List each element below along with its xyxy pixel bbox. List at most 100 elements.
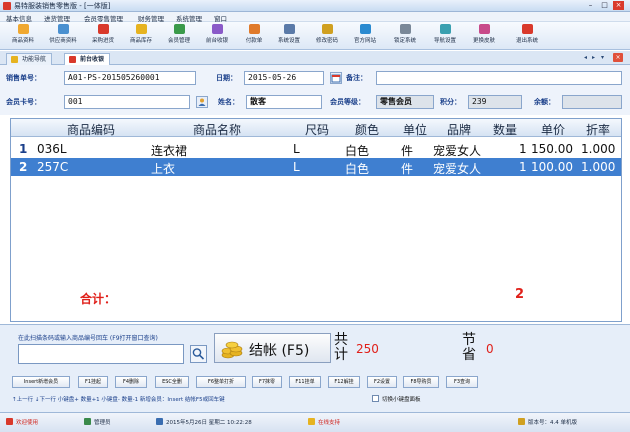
col-qty[interactable]: 数量 — [493, 121, 517, 138]
cell-color: 白色 — [345, 162, 370, 176]
barcode-scan-input[interactable] — [18, 344, 184, 364]
tool-member-manage[interactable]: 会员管理 — [164, 24, 194, 48]
cell-code: 257C — [37, 160, 69, 174]
calendar-button[interactable] — [330, 72, 342, 84]
key-icon — [321, 24, 333, 34]
title-bar: 易特服装销售零售版 - [一体版] – □ × — [0, 0, 630, 12]
fkey-guide[interactable]: F8导购员 — [403, 376, 439, 388]
checkout-button[interactable]: 结帐 (F5) — [214, 333, 331, 363]
product-icon — [17, 24, 29, 34]
status-welcome: 欢迎使用 — [16, 420, 39, 426]
maximize-button[interactable]: □ — [599, 1, 610, 10]
tab-scroll-right-icon[interactable]: ▸ — [592, 54, 595, 61]
menu-bar: 基本信息 进货管理 会员零售管理 财务管理 系统管理 窗口 — [0, 12, 630, 23]
switch-keyboard-checkbox[interactable] — [372, 395, 379, 402]
col-rate[interactable]: 折率 — [586, 121, 610, 138]
cell-price: 150.00 — [531, 142, 573, 156]
member-card-label: 会员卡号： — [6, 98, 41, 106]
tab-close-button[interactable]: × — [613, 53, 623, 62]
skin-icon — [478, 24, 490, 34]
app-icon — [3, 2, 11, 10]
fkey-delete-all[interactable]: ESC全删 — [155, 376, 189, 388]
toolbar: 商品资料 供应商资料 采购进货 商品库存 会员管理 前台收银 付款单 系统设置 … — [0, 22, 630, 50]
tool-lock-system[interactable]: 锁定系统 — [390, 24, 420, 48]
tool-change-skin[interactable]: 更换皮肤 — [468, 24, 500, 48]
tool-inventory[interactable]: 商品库存 — [126, 24, 156, 48]
checkout-label: 结帐 (F5) — [249, 343, 310, 359]
fkey-settings[interactable]: F2设置 — [367, 376, 397, 388]
globe-icon — [359, 24, 371, 34]
name-label: 姓名： — [218, 98, 239, 106]
member-icon — [173, 24, 185, 34]
member-lookup-button[interactable] — [196, 96, 208, 108]
clock-icon — [156, 418, 163, 425]
cell-name: 连衣裙 — [151, 144, 188, 158]
tool-system-settings[interactable]: 系统设置 — [274, 24, 304, 48]
member-card-field[interactable]: 001 — [64, 95, 190, 109]
tool-change-password[interactable]: 修改密码 — [312, 24, 342, 48]
col-brand[interactable]: 品牌 — [447, 121, 471, 138]
tab-scroll-left-icon[interactable]: ◂ — [584, 54, 587, 61]
tool-payment[interactable]: 付款单 — [240, 24, 268, 48]
tool-product-info[interactable]: 商品资料 — [8, 24, 38, 48]
table-row[interactable]: 1 036L 连衣裙 L 白色 件 宠爱女人 1 150.00 1.000 — [11, 140, 621, 158]
fkey-query[interactable]: F3查询 — [446, 376, 478, 388]
minimize-button[interactable]: – — [585, 1, 596, 10]
cell-qty: 1 — [519, 160, 527, 174]
purchase-icon — [97, 24, 109, 34]
sales-no-field[interactable]: A01-PS-201505260001 — [64, 71, 196, 85]
col-unit[interactable]: 单位 — [403, 121, 427, 138]
tool-front-cashier[interactable]: 前台收银 — [202, 24, 232, 48]
cell-rate: 1.000 — [581, 160, 616, 174]
table-row-selected[interactable]: 2 257C 上衣 L 白色 件 宠爱女人 1 100.00 1.000 — [11, 158, 621, 176]
fkey-hold[interactable]: F1挂起 — [78, 376, 108, 388]
close-button[interactable]: × — [613, 1, 624, 10]
nav-icon — [439, 24, 451, 34]
tab-menu-icon[interactable]: ▾ — [601, 54, 604, 61]
fkey-round[interactable]: F7抹零 — [252, 376, 282, 388]
tab-function-nav[interactable]: 功能导航 — [6, 53, 53, 65]
tab-front-cashier[interactable]: 前台收银 — [64, 53, 111, 65]
fkey-new-member[interactable]: Insert新增会员 — [12, 376, 70, 388]
col-code[interactable]: 商品编码 — [67, 121, 115, 138]
fkey-delete[interactable]: F4删除 — [115, 376, 147, 388]
col-color[interactable]: 颜色 — [355, 121, 379, 138]
status-version: 版本号：4.4 单机版 — [528, 420, 577, 426]
home-icon — [11, 56, 18, 63]
tool-official-site[interactable]: 官方网站 — [350, 24, 380, 48]
fkey-unpend[interactable]: F12解挂 — [328, 376, 360, 388]
tool-exit-system[interactable]: 退出系统 — [512, 24, 542, 48]
name-field[interactable]: 散客 — [246, 95, 322, 109]
col-size[interactable]: 尺码 — [305, 121, 329, 138]
col-name[interactable]: 商品名称 — [193, 121, 241, 138]
tool-purchase[interactable]: 采购进货 — [88, 24, 118, 48]
cell-qty: 1 — [519, 142, 527, 156]
tool-nav-settings[interactable]: 导航设置 — [430, 24, 460, 48]
grand-total-value: 250 — [356, 342, 379, 356]
user-icon — [84, 418, 91, 425]
tool-supplier-info[interactable]: 供应商资料 — [46, 24, 80, 48]
date-label: 日期： — [216, 74, 237, 82]
savings-label: 节省 — [462, 332, 476, 363]
cell-brand: 宠爱女人 — [433, 144, 482, 158]
remark-field[interactable] — [376, 71, 622, 85]
support-icon — [308, 418, 315, 425]
member-level-field: 零售会员 — [376, 95, 434, 109]
scan-search-button[interactable] — [190, 345, 207, 363]
status-user: 管理员 — [94, 420, 111, 426]
cell-size: L — [293, 160, 300, 174]
points-label: 积分： — [440, 98, 461, 106]
grid-total-label: 合计： — [80, 292, 117, 306]
cell-color: 白色 — [345, 144, 370, 158]
fkey-pending[interactable]: F11挂单 — [289, 376, 321, 388]
cashier-icon — [211, 24, 223, 34]
points-field: 239 — [468, 95, 522, 109]
grid-header: 商品编码 商品名称 尺码 颜色 单位 品牌 数量 单价 折率 — [11, 119, 621, 137]
cell-name: 上衣 — [151, 162, 176, 176]
date-field[interactable]: 2015-05-26 — [244, 71, 324, 85]
cell-brand: 宠爱女人 — [433, 162, 482, 176]
fkey-discount[interactable]: F6整单打折 — [196, 376, 246, 388]
col-price[interactable]: 单价 — [541, 121, 565, 138]
status-support[interactable]: 在线支持 — [318, 418, 340, 426]
cell-size: L — [293, 142, 300, 156]
